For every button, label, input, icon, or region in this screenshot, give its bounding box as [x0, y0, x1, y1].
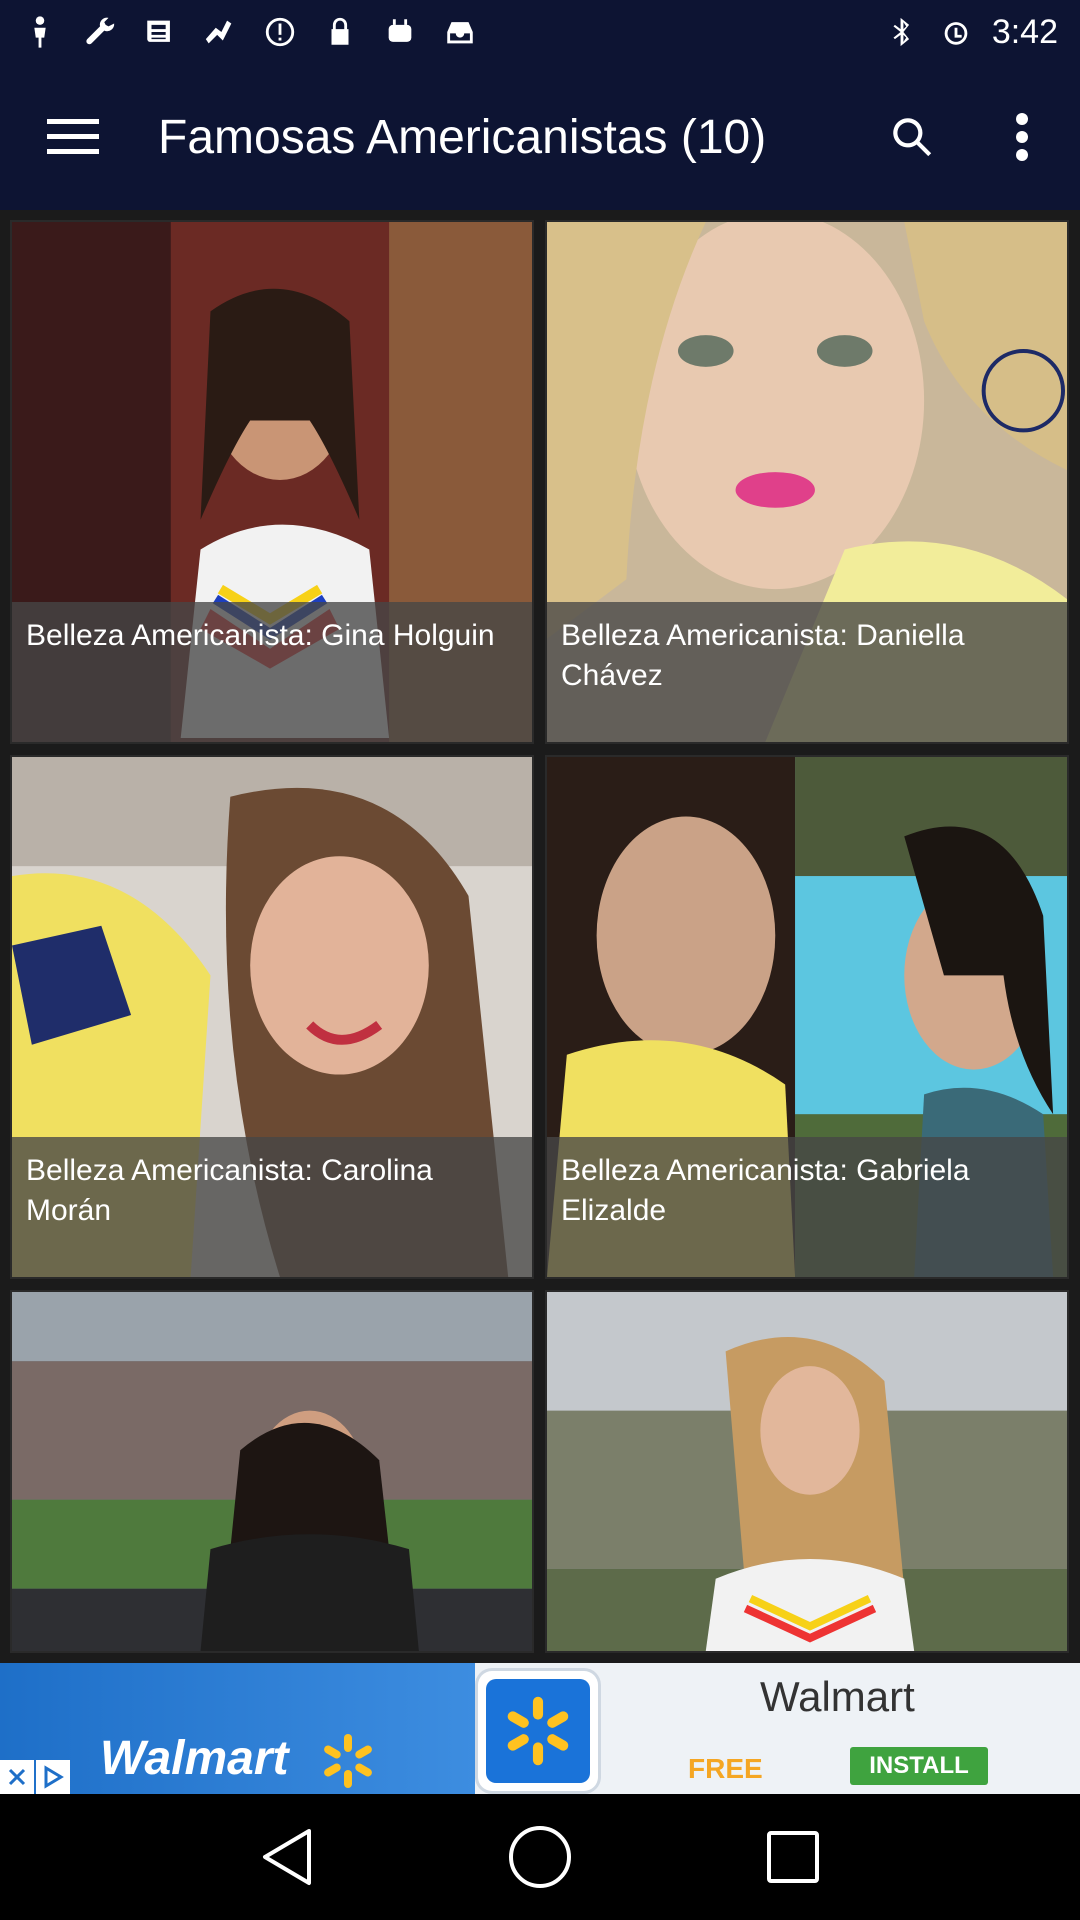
- recents-icon[interactable]: [753, 1817, 833, 1897]
- gallery-item[interactable]: Belleza Americanista: Carolina Morán: [10, 755, 534, 1279]
- gallery-grid: Belleza Americanista: Gina Holguin Belle…: [0, 210, 1080, 1663]
- gallery-item[interactable]: Belleza Americanista: Gabriela Elizalde: [545, 755, 1069, 1279]
- wrench-icon: [82, 14, 118, 50]
- ad-close-icon[interactable]: [0, 1760, 34, 1794]
- app-bar: Famosas Americanistas (10): [0, 64, 1080, 210]
- photo-thumbnail: [547, 1292, 1067, 1651]
- spark-icon: [507, 1696, 569, 1766]
- ad-brand-name: Walmart: [760, 1673, 915, 1720]
- inbox-icon: [442, 14, 478, 50]
- more-options-icon[interactable]: [992, 97, 1052, 177]
- ad-free-label: FREE: [688, 1753, 763, 1784]
- gallery-item[interactable]: Belleza Americanista: Gina Holguin: [10, 220, 534, 744]
- photo-thumbnail: [12, 1292, 532, 1651]
- robot-icon: [382, 14, 418, 50]
- home-icon[interactable]: [500, 1817, 580, 1897]
- person-icon: [22, 14, 58, 50]
- gallery-caption: Belleza Americanista: Gina Holguin: [12, 602, 532, 742]
- alarm-icon: [938, 14, 974, 50]
- news-icon: [142, 14, 178, 50]
- ad-choices-icon[interactable]: [36, 1760, 70, 1794]
- gallery-caption: Belleza Americanista: Gabriela Elizalde: [547, 1137, 1067, 1277]
- gallery-item[interactable]: [10, 1290, 534, 1653]
- page-title: Famosas Americanistas (10): [158, 110, 767, 164]
- gallery-caption: Belleza Americanista: Carolina Morán: [12, 1137, 532, 1277]
- status-bar: 3:42: [0, 0, 1080, 64]
- navigation-bar: [0, 1794, 1080, 1920]
- info-icon: [262, 14, 298, 50]
- spark-icon: [324, 1734, 372, 1788]
- lock-icon: [322, 14, 358, 50]
- search-icon[interactable]: [872, 97, 952, 177]
- ad-banner[interactable]: Walmart Walmart FREE INSTALL: [0, 1663, 1080, 1794]
- status-time: 3:42: [991, 12, 1058, 51]
- gallery-item[interactable]: [545, 1290, 1069, 1653]
- ad-install-button[interactable]: INSTALL: [850, 1747, 988, 1785]
- menu-icon[interactable]: [33, 97, 113, 177]
- ad-app-icon[interactable]: [478, 1671, 598, 1791]
- gallery-caption: Belleza Americanista: Daniella Chávez: [547, 602, 1067, 742]
- system-icons: 3:42: [884, 13, 1058, 52]
- gallery-item[interactable]: Belleza Americanista: Daniella Chávez: [545, 220, 1069, 744]
- fax-icon: [202, 14, 238, 50]
- notification-icons: [22, 14, 478, 50]
- bluetooth-icon: [884, 14, 920, 50]
- ad-logo-text: Walmart: [100, 1732, 289, 1785]
- back-icon[interactable]: [247, 1817, 327, 1897]
